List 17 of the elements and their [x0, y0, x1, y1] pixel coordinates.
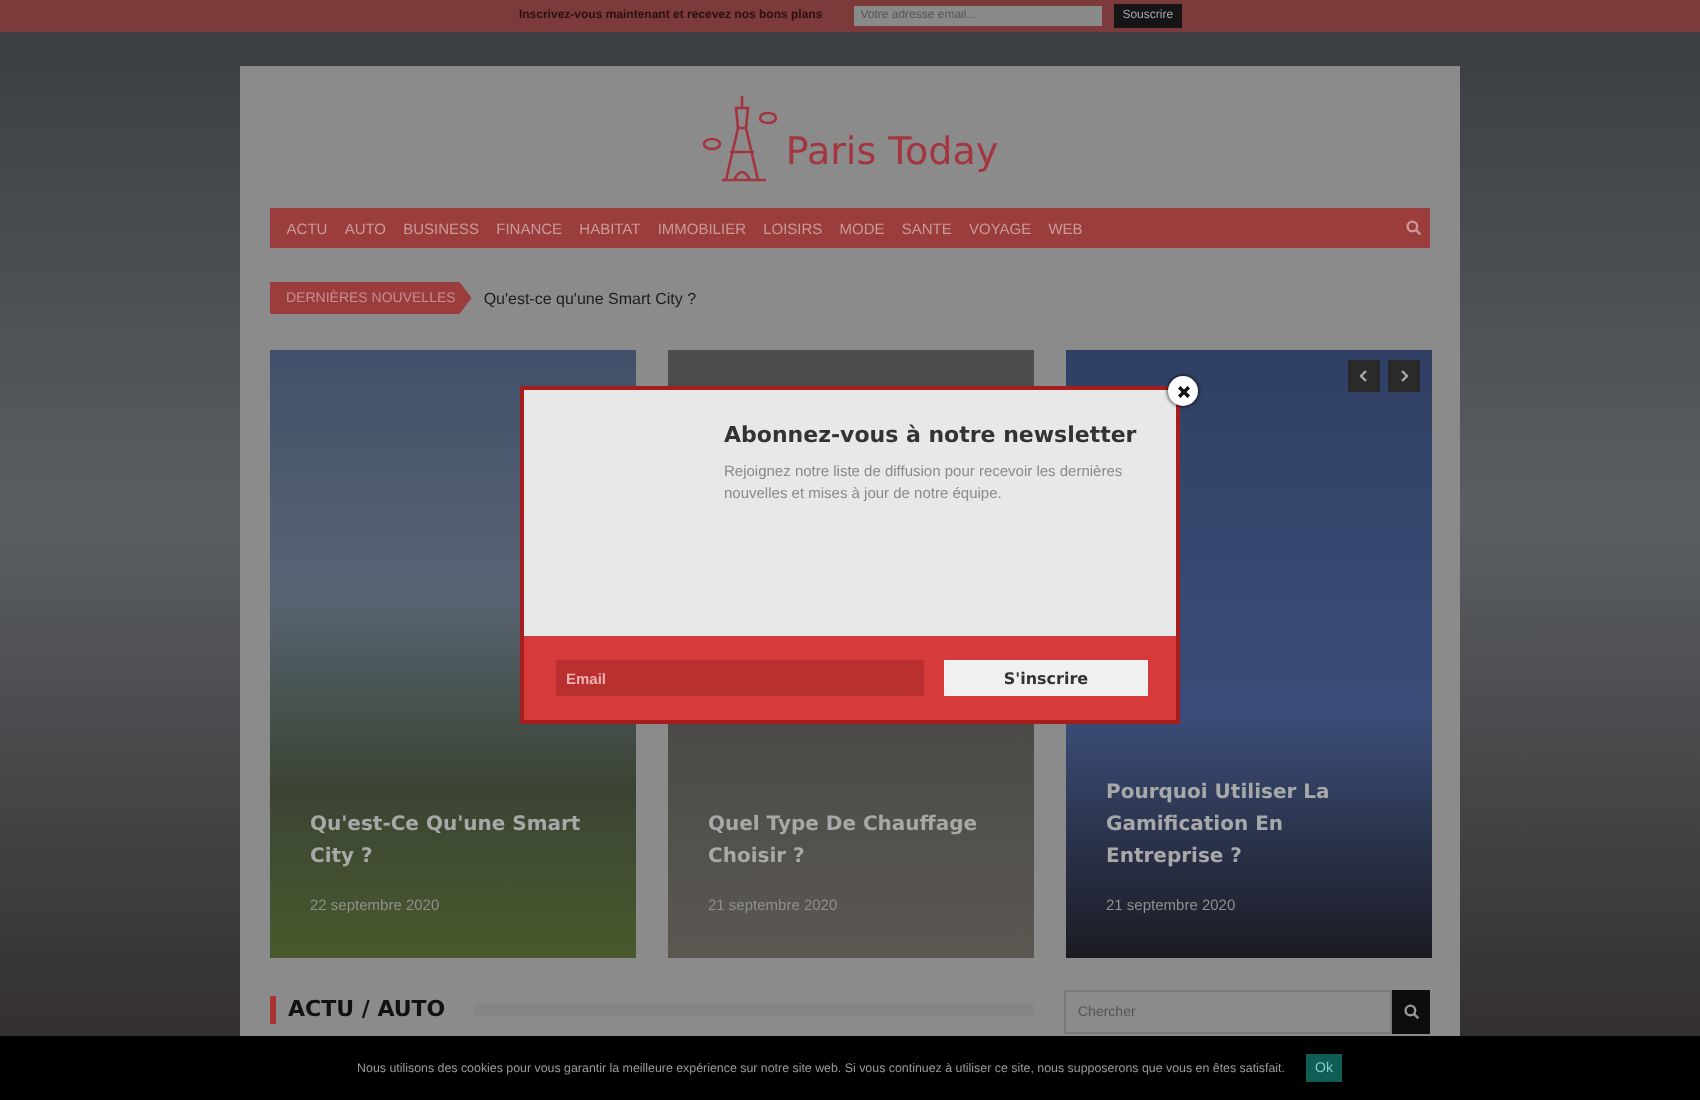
- ticker-headline[interactable]: Qu'est-ce qu'une Smart City ?: [483, 289, 697, 307]
- chevron-left-icon: [1358, 370, 1370, 382]
- site-logo[interactable]: Paris Today: [785, 129, 999, 173]
- close-icon: [1175, 383, 1191, 399]
- previous-button[interactable]: [1348, 360, 1380, 392]
- section-marker: [270, 995, 276, 1023]
- search-button[interactable]: [1392, 990, 1430, 1034]
- next-button[interactable]: [1388, 360, 1420, 392]
- eiffel-tower-logo-icon: [701, 91, 782, 183]
- search-icon: [1406, 220, 1422, 236]
- section-title: ACTU / AUTO: [288, 996, 446, 1022]
- search-icon: [1403, 1004, 1419, 1020]
- chevron-right-icon: [1398, 370, 1410, 382]
- article-title[interactable]: Pourquoi Utiliser La Gamification En Entreprise ?: [1106, 778, 1392, 874]
- article-title[interactable]: Quel Type De Chauffage Choisir ?: [708, 810, 994, 874]
- article-title[interactable]: Qu'est-Ce Qu'une Smart City ?: [310, 810, 596, 874]
- signup-button[interactable]: S'inscrire: [944, 660, 1148, 696]
